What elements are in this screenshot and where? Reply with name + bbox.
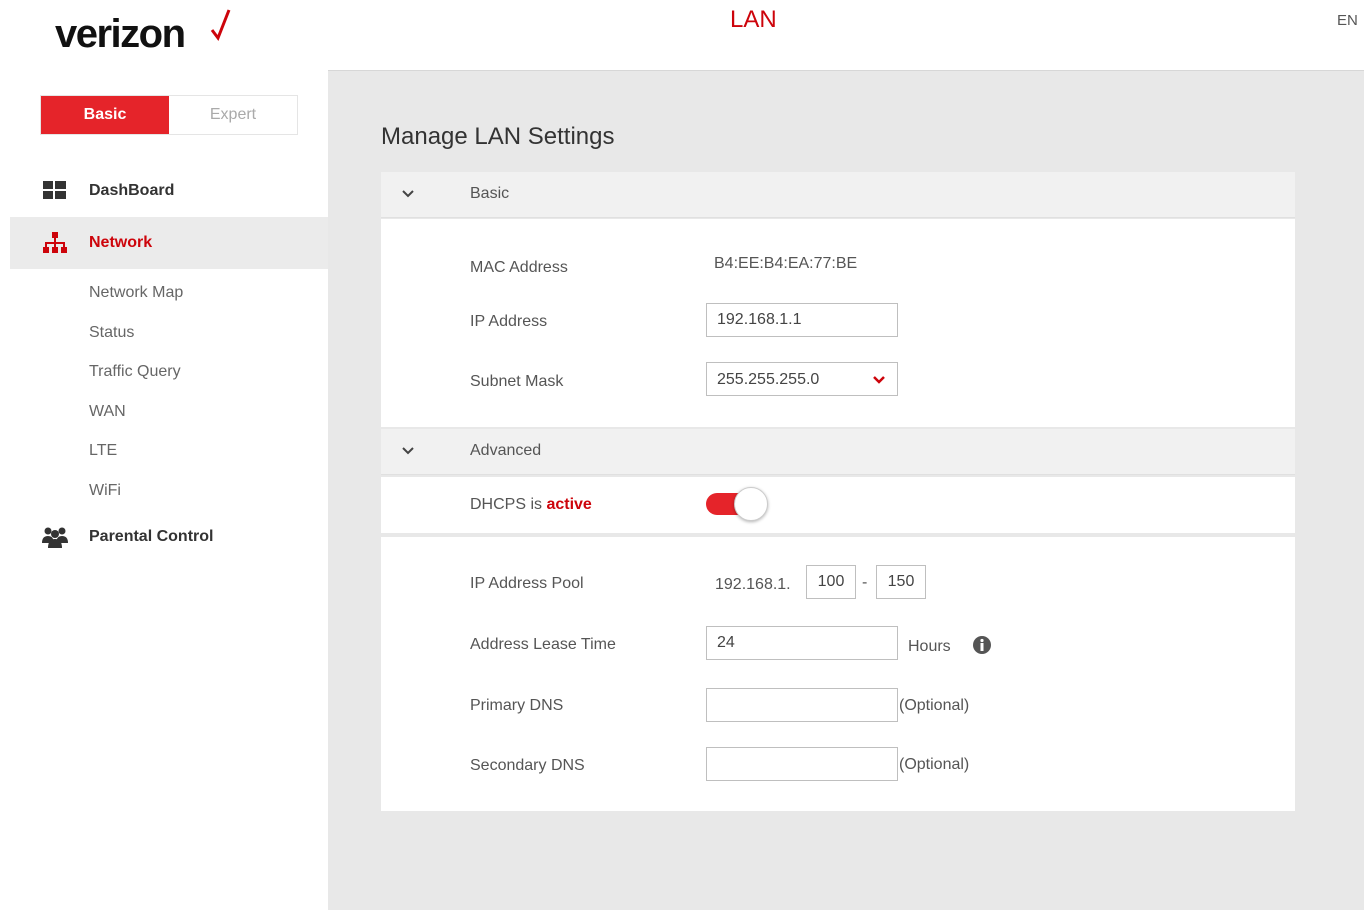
- top-header: verizon LAN EN: [0, 0, 1364, 70]
- ip-pool-prefix: 192.168.1.: [715, 576, 791, 593]
- sidebar: Basic Expert DashBoard Network Network M…: [0, 70, 328, 910]
- sidebar-item-dashboard[interactable]: DashBoard: [10, 165, 328, 217]
- sidebar-subitem-status[interactable]: Status: [89, 324, 134, 342]
- toggle-knob: [734, 487, 768, 521]
- dhcps-status-label: DHCPS is active: [470, 496, 592, 514]
- dhcps-state: active: [546, 496, 592, 513]
- language-selector[interactable]: EN: [1337, 12, 1358, 29]
- sidebar-subitem-wifi[interactable]: WiFi: [89, 482, 121, 500]
- dhcps-prefix: DHCPS is: [470, 496, 547, 513]
- primary-dns-label: Primary DNS: [470, 697, 564, 714]
- sidebar-subitem-wan[interactable]: WAN: [89, 403, 126, 421]
- primary-dns-note: (Optional): [899, 697, 970, 714]
- sidebar-subitem-traffic-query[interactable]: Traffic Query: [89, 363, 181, 381]
- advanced-section-header[interactable]: Advanced: [381, 429, 1295, 475]
- ip-address-label: IP Address: [470, 313, 548, 330]
- subnet-mask-select[interactable]: 255.255.255.0: [706, 362, 898, 396]
- verizon-logo[interactable]: verizon: [55, 9, 231, 57]
- logo-check-icon: [210, 9, 231, 42]
- sidebar-item-network[interactable]: Network: [10, 217, 328, 269]
- network-icon: [43, 232, 67, 253]
- lease-time-unit: Hours: [908, 638, 951, 655]
- section-label: Advanced: [470, 442, 542, 459]
- ip-address-input[interactable]: [706, 303, 898, 337]
- subnet-mask-label: Subnet Mask: [470, 373, 564, 390]
- dhcps-toggle[interactable]: [706, 487, 768, 521]
- sidebar-item-parental-control[interactable]: Parental Control: [10, 511, 328, 563]
- secondary-dns-label: Secondary DNS: [470, 757, 585, 774]
- sidebar-item-label: DashBoard: [89, 182, 175, 199]
- page-title: Manage LAN Settings: [381, 123, 615, 150]
- chevron-down-icon: [873, 376, 885, 384]
- info-icon[interactable]: [972, 635, 992, 655]
- section-label: Basic: [470, 185, 510, 202]
- mac-address-label: MAC Address: [470, 259, 568, 276]
- advanced-section-body: IP Address Pool 192.168.1. - Address Lea…: [381, 537, 1295, 811]
- page-heading: LAN: [730, 6, 777, 33]
- sidebar-subitem-lte[interactable]: LTE: [89, 442, 117, 460]
- basic-section-header[interactable]: Basic: [381, 172, 1295, 218]
- ip-pool-label: IP Address Pool: [470, 575, 584, 592]
- main-content: Manage LAN Settings Basic MAC Address B4…: [328, 70, 1364, 910]
- primary-dns-input[interactable]: [706, 688, 898, 722]
- chevron-down-icon: [402, 447, 414, 455]
- chevron-down-icon: [402, 190, 414, 198]
- sidebar-item-label: Network: [89, 234, 153, 251]
- mode-toggle: Basic Expert: [40, 95, 298, 135]
- lease-time-label: Address Lease Time: [470, 636, 616, 653]
- logo-text: verizon: [55, 12, 186, 56]
- mac-address-value: B4:EE:B4:EA:77:BE: [714, 255, 858, 272]
- lease-time-input[interactable]: [706, 626, 898, 660]
- basic-mode-button[interactable]: Basic: [41, 96, 169, 134]
- dashboard-icon: [43, 181, 66, 199]
- secondary-dns-input[interactable]: [706, 747, 898, 781]
- expert-mode-button[interactable]: Expert: [169, 96, 297, 134]
- subnet-mask-value: 255.255.255.0: [717, 371, 820, 388]
- ip-pool-end-input[interactable]: [876, 565, 926, 599]
- parental-control-icon: [42, 527, 68, 548]
- sidebar-subitem-network-map[interactable]: Network Map: [89, 284, 183, 302]
- ip-pool-separator: -: [862, 574, 868, 591]
- sidebar-item-label: Parental Control: [89, 528, 214, 545]
- basic-section-body: MAC Address B4:EE:B4:EA:77:BE IP Address…: [381, 219, 1295, 427]
- secondary-dns-note: (Optional): [899, 756, 970, 773]
- dhcps-row: DHCPS is active: [381, 477, 1295, 533]
- ip-pool-start-input[interactable]: [806, 565, 856, 599]
